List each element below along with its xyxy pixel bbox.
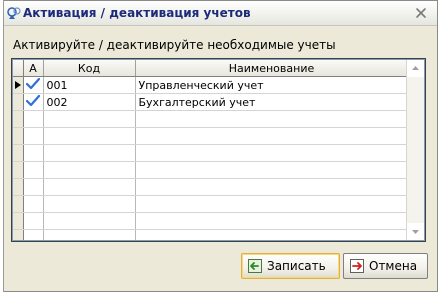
checkmark-icon: [25, 94, 41, 106]
column-header-active[interactable]: А: [23, 60, 44, 77]
close-icon[interactable]: [413, 5, 429, 21]
name-cell[interactable]: Бухгалтерский учет: [135, 93, 409, 111]
save-button-label: Записать: [267, 259, 326, 273]
row-indicator: [13, 93, 24, 111]
active-checkbox[interactable]: [23, 76, 44, 94]
cancel-button[interactable]: Отмена: [343, 253, 428, 279]
column-header-code[interactable]: Код: [43, 60, 136, 77]
code-cell[interactable]: 001: [43, 76, 136, 94]
dialog-window: Активация / деактивация учетов Активируй…: [0, 0, 438, 292]
active-checkbox[interactable]: [23, 93, 44, 111]
empty-row: [13, 144, 409, 162]
save-icon: [248, 259, 262, 273]
save-button[interactable]: Записать: [241, 253, 340, 279]
empty-row: [13, 212, 409, 230]
empty-row: [13, 195, 409, 213]
empty-row: [13, 110, 409, 128]
checkmark-icon: [25, 77, 41, 89]
vertical-scrollbar[interactable]: [406, 60, 424, 240]
empty-row: [13, 178, 409, 196]
accounts-icon: [7, 7, 21, 19]
instruction-text: Активируйте / деактивируйте необходимые …: [13, 38, 336, 52]
code-cell[interactable]: 002: [43, 93, 136, 111]
title-bar[interactable]: Активация / деактивация учетов: [1, 1, 437, 26]
accounts-table: А Код Наименование 001 Управленческий уч…: [13, 60, 409, 240]
table-row[interactable]: 002 Бухгалтерский учет: [13, 93, 409, 111]
accounts-grid[interactable]: А Код Наименование 001 Управленческий уч…: [12, 59, 425, 241]
empty-row: [13, 229, 409, 240]
window-edge: [0, 0, 4, 292]
cancel-icon: [350, 259, 364, 273]
scroll-up-icon[interactable]: [407, 60, 424, 77]
current-row-indicator-icon: [13, 76, 24, 94]
window-title: Активация / деактивация учетов: [23, 6, 251, 20]
scroll-down-icon[interactable]: [407, 223, 424, 240]
table-row[interactable]: 001 Управленческий учет: [13, 76, 409, 94]
table-header-row: А Код Наименование: [13, 60, 409, 77]
empty-row: [13, 127, 409, 145]
row-indicator-header: [13, 60, 24, 77]
empty-row: [13, 161, 409, 179]
name-cell[interactable]: Управленческий учет: [135, 76, 409, 94]
column-header-name[interactable]: Наименование: [135, 60, 409, 77]
cancel-button-label: Отмена: [369, 259, 418, 273]
